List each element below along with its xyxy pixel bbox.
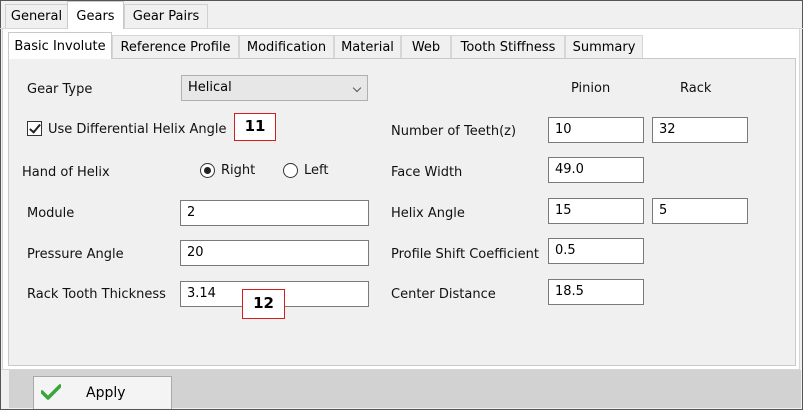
callout-12: 12: [242, 289, 285, 319]
pinion-header: Pinion: [571, 81, 611, 96]
center-distance-label: Center Distance: [391, 287, 496, 302]
pressure-angle-label: Pressure Angle: [27, 247, 124, 262]
right-radio-label[interactable]: Right: [221, 163, 255, 178]
tab-material[interactable]: Material: [334, 35, 401, 58]
differential-helix-checkbox[interactable]: [27, 121, 42, 136]
chevron-down-icon: [352, 83, 362, 93]
left-radio[interactable]: [283, 163, 298, 178]
tab-modification[interactable]: Modification: [239, 35, 334, 58]
pressure-angle-input[interactable]: 20: [180, 240, 369, 266]
checkmark-icon: [29, 121, 41, 134]
tab-basic-involute[interactable]: Basic Involute: [8, 32, 112, 59]
tab-gear-pairs[interactable]: Gear Pairs: [124, 4, 208, 28]
apply-button[interactable]: Apply: [33, 376, 172, 409]
tab-tooth-stiffness[interactable]: Tooth Stiffness: [451, 35, 565, 58]
tab-reference-profile[interactable]: Reference Profile: [112, 35, 239, 58]
face-width-input[interactable]: 49.0: [548, 157, 644, 183]
helix-angle-label: Helix Angle: [391, 206, 465, 221]
teeth-rack-input[interactable]: 32: [652, 117, 748, 143]
gear-type-value: Helical: [188, 80, 232, 95]
tab-general[interactable]: General: [5, 4, 68, 28]
differential-helix-label[interactable]: Use Differential Helix Angle: [48, 122, 227, 137]
callout-11: 11: [234, 113, 276, 141]
number-of-teeth-label: Number of Teeth(z): [391, 124, 517, 139]
apply-label: Apply: [86, 385, 126, 401]
helix-angle-pinion-input[interactable]: 15: [548, 198, 644, 224]
teeth-pinion-input[interactable]: 10: [548, 117, 644, 143]
right-radio[interactable]: [200, 163, 215, 178]
module-input[interactable]: 2: [180, 200, 369, 226]
tab-summary[interactable]: Summary: [565, 35, 643, 58]
left-radio-label[interactable]: Left: [304, 163, 328, 178]
hand-of-helix-label: Hand of Helix: [22, 165, 110, 180]
gear-type-dropdown[interactable]: Helical: [181, 75, 368, 101]
profile-shift-label: Profile Shift Coefficient: [391, 247, 539, 262]
radio-selected-dot: [204, 167, 211, 174]
module-label: Module: [27, 206, 75, 221]
green-check-icon: [41, 384, 61, 400]
rack-header: Rack: [680, 81, 712, 96]
gear-type-label: Gear Type: [27, 82, 93, 97]
face-width-label: Face Width: [391, 165, 463, 180]
tab-web[interactable]: Web: [401, 35, 451, 58]
center-distance-input[interactable]: 18.5: [548, 279, 644, 305]
profile-shift-input[interactable]: 0.5: [548, 238, 644, 264]
tab-gears[interactable]: Gears: [67, 1, 124, 29]
rack-tooth-thickness-label: Rack Tooth Thickness: [27, 287, 166, 302]
helix-angle-rack-input[interactable]: 5: [652, 198, 748, 224]
